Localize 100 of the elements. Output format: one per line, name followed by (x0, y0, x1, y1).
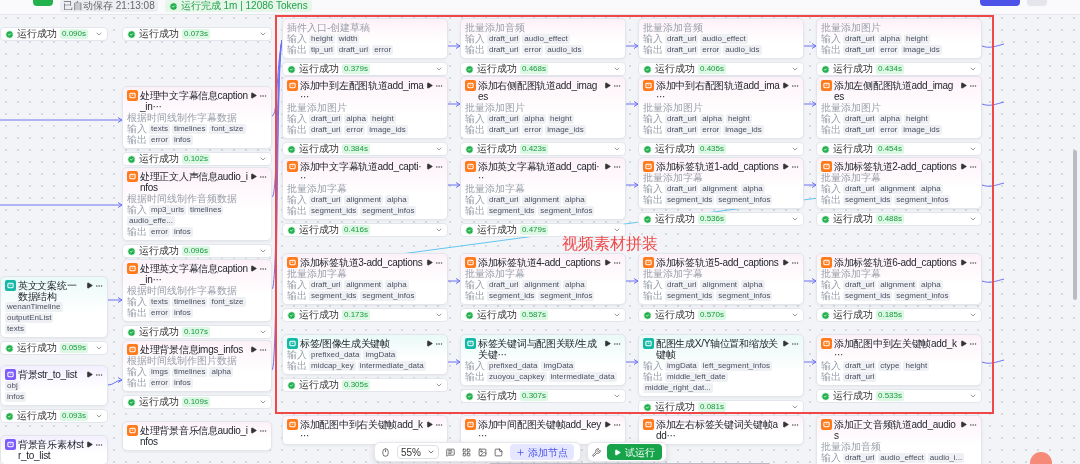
node-card[interactable]: 添加中到右配图轨道add_ima··· 批量添加图片 输入 draft_url alpha height 输出 draft_url error image_ids (638, 76, 804, 139)
chevron-icon[interactable] (259, 247, 267, 255)
play-icon[interactable] (782, 421, 789, 428)
node-card[interactable]: 添加标签轨道3-add_captions 批量添加字幕 输入 draft_url alignment alpha 输出 segment_ids segment_infos (282, 253, 448, 305)
vertical-scrollbar[interactable] (1073, 150, 1077, 300)
play-icon[interactable] (426, 163, 433, 170)
node-card[interactable]: 背景音乐素材str_to_list (0, 435, 108, 464)
run-status-bar[interactable]: 运行成功 0.416s (282, 223, 448, 237)
play-icon[interactable] (604, 82, 611, 89)
play-icon[interactable] (782, 259, 789, 266)
play-icon[interactable] (86, 371, 93, 378)
node-card[interactable]: 配图生成X/Y轴位置和缩放关键帧 输入 imgData left_segment_infos 输出 middle_left_date middle_right_dat... (638, 334, 804, 397)
play-icon[interactable] (426, 259, 433, 266)
play-icon[interactable] (250, 92, 257, 99)
chevron-icon[interactable] (435, 226, 443, 234)
chevron-icon[interactable] (969, 145, 977, 153)
play-icon[interactable] (782, 82, 789, 89)
chevron-icon[interactable] (969, 392, 977, 400)
chevron-icon[interactable] (969, 65, 977, 73)
chevron-icon[interactable] (613, 65, 621, 73)
play-icon[interactable] (604, 340, 611, 347)
node-card[interactable]: 添加中到左配图轨道add_ima··· 批量添加图片 输入 draft_url alpha height 输出 draft_url error image_ids (282, 76, 448, 139)
chevron-icon[interactable] (791, 65, 799, 73)
run-status-bar[interactable]: 运行成功 0.533s (816, 389, 982, 403)
node-card[interactable]: 背景str_to_list obj infos (0, 365, 108, 406)
chevron-icon[interactable] (259, 328, 267, 336)
node-card[interactable]: 标签/图像生成关键帧 输入 prefixed_data imgData 输出 midcap_key intermediate_data (282, 334, 448, 375)
play-icon[interactable] (960, 163, 967, 170)
run-status-bar[interactable]: 运行成功 0.468s (460, 62, 626, 76)
node-card[interactable]: 批量添加图片 输入 draft_url alpha height 输出 draft_url error image_ids (816, 18, 982, 59)
node-card[interactable]: 英文文案统一数据结构 wenanTimeline outputEnList texts (0, 276, 108, 338)
action-button[interactable] (33, 0, 53, 6)
play-icon[interactable] (782, 340, 789, 347)
run-status-bar[interactable]: 运行成功 0.434s (816, 62, 982, 76)
play-icon[interactable] (250, 346, 257, 353)
chevron-icon[interactable] (791, 215, 799, 223)
play-icon[interactable] (86, 441, 93, 448)
run-status-bar[interactable]: 运行成功 0.073s (122, 27, 272, 41)
chevron-icon[interactable] (791, 145, 799, 153)
node-card[interactable]: 批量添加音频 输入 draft_url audio_effect 输出 draft_url error audio_ids (638, 18, 804, 59)
comment-icon[interactable] (446, 447, 455, 457)
chevron-icon[interactable] (969, 311, 977, 319)
chevron-icon[interactable] (95, 412, 103, 420)
node-card[interactable]: 标签关键词与配图关联/生成关键··· 输入 prefixed_data imgData 输出 zuoyou_capkey intermediate_data (460, 334, 626, 386)
node-card[interactable]: 插件入口-创建草稿 输入 height width 输出 tip_url draft_url error (282, 18, 448, 59)
play-icon[interactable] (782, 163, 789, 170)
run-status-bar[interactable]: 运行成功 0.536s (638, 212, 804, 226)
play-icon[interactable] (960, 421, 967, 428)
layout-icon[interactable] (462, 447, 471, 457)
node-card[interactable]: 处理英文字幕信息caption_in··· 根据时间线制作字幕数据 输入 texts timelines font_size 输出 error infos (122, 259, 272, 322)
chevron-icon[interactable] (613, 145, 621, 153)
play-icon[interactable] (426, 82, 433, 89)
image-icon[interactable] (478, 447, 487, 457)
chevron-icon[interactable] (259, 398, 267, 406)
node-card[interactable]: 添加右侧配图轨道add_images 批量添加图片 输入 draft_url alpha height 输出 draft_url error image_ids (460, 76, 626, 139)
note-icon[interactable] (494, 447, 503, 457)
play-icon[interactable] (960, 259, 967, 266)
run-status-bar[interactable]: 运行成功 0.479s (460, 223, 626, 237)
chevron-icon[interactable] (969, 215, 977, 223)
run-status-bar[interactable]: 运行成功 0.102s (122, 152, 272, 166)
zoom-select[interactable]: 55% (397, 445, 439, 459)
chevron-icon[interactable] (435, 65, 443, 73)
chevron-icon[interactable] (791, 403, 799, 411)
node-card[interactable]: 添加英文字幕轨道add_capti··· 批量添加字幕 输入 draft_url alignment alpha 输出 segment_ids segment_infos (460, 157, 626, 220)
node-card[interactable]: 添加标签轨道5-add_captions 批量添加字幕 输入 draft_url alignment alpha 输出 segment_ids segment_infos (638, 253, 804, 305)
run-status-bar[interactable]: 运行成功 0.384s (282, 142, 448, 156)
chevron-icon[interactable] (435, 381, 443, 389)
horizontal-scrollbar[interactable] (490, 463, 770, 464)
chevron-icon[interactable] (95, 344, 103, 352)
play-icon[interactable] (250, 173, 257, 180)
play-icon[interactable] (960, 340, 967, 347)
run-status-bar[interactable]: 运行成功 0.173s (282, 308, 448, 322)
node-card[interactable]: 批量添加音频 输入 draft_url audio_effect 输出 draft_url error audio_ids (460, 18, 626, 59)
run-status-bar[interactable]: 运行成功 0.185s (816, 308, 982, 322)
play-icon[interactable] (250, 427, 257, 434)
run-status-bar[interactable]: 运行成功 0.093s (0, 409, 108, 423)
node-card[interactable]: 添加中文字幕轨道add_capti··· 批量添加字幕 输入 draft_url alignment alpha 输出 segment_ids segment_infos (282, 157, 448, 220)
run-status-bar[interactable]: 运行成功 0.059s (0, 341, 108, 355)
run-status-bar[interactable]: 运行成功 0.107s (122, 325, 272, 339)
run-status-bar[interactable]: 运行成功 0.454s (816, 142, 982, 156)
node-card[interactable]: 添加标签轨道2-add_captions 批量添加字幕 输入 draft_url alignment alpha 输出 segment_ids segment_infos (816, 157, 982, 209)
play-icon[interactable] (604, 259, 611, 266)
chevron-icon[interactable] (613, 226, 621, 234)
run-status-bar[interactable]: 运行成功 0.423s (460, 142, 626, 156)
play-icon[interactable] (86, 282, 93, 289)
node-card[interactable]: 添加中间配图关键帧add_key··· (460, 415, 626, 445)
run-status-bar[interactable]: 运行成功 0.435s (638, 142, 804, 156)
node-card[interactable]: 添加配图中到右关键帧add_k··· (282, 415, 448, 445)
node-card[interactable]: 处理背景音乐信息audio_infos (122, 421, 272, 451)
node-card[interactable]: 添加标签轨道4-add_captions 批量添加字幕 输入 draft_url alignment alpha 输出 segment_ids segment_infos (460, 253, 626, 305)
run-status-bar[interactable]: 运行成功 0.307s (460, 389, 626, 403)
play-icon[interactable] (426, 421, 433, 428)
run-status-bar[interactable]: 运行成功 0.570s (638, 308, 804, 322)
chevron-icon[interactable] (613, 311, 621, 319)
chevron-icon[interactable] (259, 30, 267, 38)
chevron-icon[interactable] (613, 392, 621, 400)
chevron-icon[interactable] (791, 311, 799, 319)
node-card[interactable]: 添加标签轨道6-add_captions 批量添加字幕 输入 draft_url alignment alpha 输出 segment_ids segment_infos (816, 253, 982, 305)
play-icon[interactable] (426, 340, 433, 347)
run-status-bar[interactable]: 运行成功 0.096s (122, 244, 272, 258)
